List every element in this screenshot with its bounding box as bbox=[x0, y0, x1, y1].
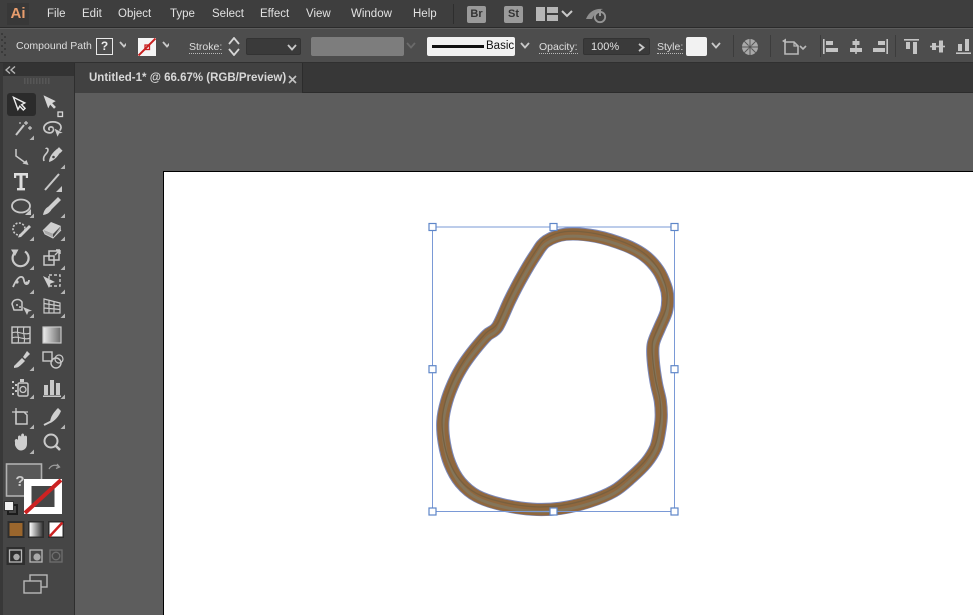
svg-text:?: ? bbox=[15, 473, 24, 490]
